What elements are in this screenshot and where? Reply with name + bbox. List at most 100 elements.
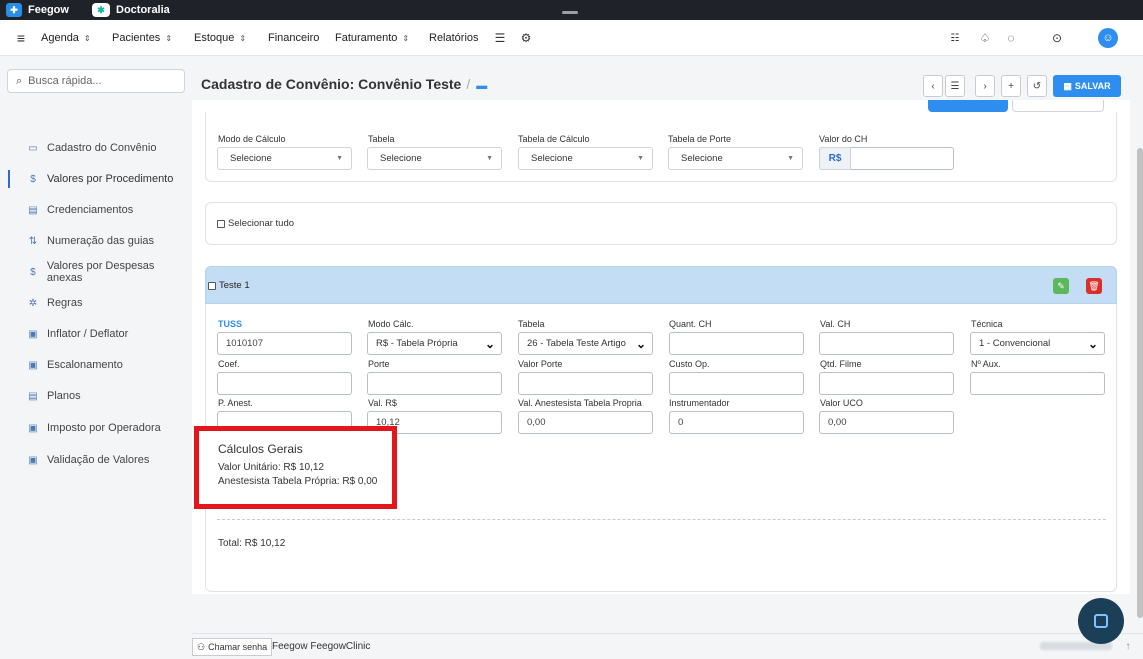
next-button[interactable]: › bbox=[975, 75, 995, 97]
chamar-senha-button[interactable]: ⚇ Chamar senha bbox=[192, 638, 273, 656]
history-icon: ↺ bbox=[1032, 80, 1042, 92]
feegow-tab[interactable]: ✚ Feegow bbox=[6, 0, 69, 20]
modo-calculo-select[interactable]: Selecione ▼ bbox=[217, 147, 352, 170]
porte-input[interactable] bbox=[367, 372, 502, 395]
proc-tabela-select[interactable]: 26 - Tabela Teste Artigo ⌄ bbox=[518, 332, 653, 355]
edit-icon: ✎ bbox=[1057, 280, 1065, 291]
nav-financeiro[interactable]: Financeiro bbox=[268, 20, 319, 56]
page-title-text: Cadastro de Convênio: Convênio Teste bbox=[201, 76, 462, 92]
sidebar-item-inflator[interactable]: ▣ Inflator / Deflator bbox=[0, 323, 192, 345]
tecnica-select[interactable]: 1 - Convencional ⌄ bbox=[970, 332, 1105, 355]
drag-handle-icon[interactable] bbox=[562, 11, 578, 14]
nav-pacientes[interactable]: Pacientes ⇕ bbox=[112, 20, 172, 56]
tabela-select[interactable]: Selecione ▼ bbox=[367, 147, 502, 170]
plus-icon: + bbox=[1008, 80, 1014, 92]
dollar-icon: $ bbox=[30, 173, 36, 185]
sidebar-item-credenciamentos[interactable]: ▤ Credenciamentos bbox=[0, 199, 192, 221]
settings-icon[interactable]: ⚙ bbox=[518, 20, 534, 56]
sidebar-item-numeracao[interactable]: ⇅ Numeração das guias bbox=[0, 230, 192, 252]
tabela-value: Selecione bbox=[380, 153, 422, 164]
sidebar-item-escalonamento[interactable]: ▣ Escalonamento bbox=[0, 354, 192, 376]
sidebar-item-imposto[interactable]: ▣ Imposto por Operadora bbox=[0, 417, 192, 439]
nav-agenda-label: Agenda bbox=[41, 32, 79, 44]
tuss-label: TUSS bbox=[218, 319, 243, 329]
tuss-input[interactable]: 1010107 bbox=[217, 332, 352, 355]
qtd-filme-input[interactable] bbox=[819, 372, 954, 395]
hamburger-icon[interactable]: ≡ bbox=[13, 20, 29, 56]
nav-relatorios-label: Relatórios bbox=[429, 32, 479, 44]
list-button[interactable]: ☰ bbox=[945, 75, 965, 97]
doctoralia-tab[interactable]: ✱ Doctoralia bbox=[92, 0, 170, 20]
delete-button[interactable]: 🗑 bbox=[1086, 278, 1102, 294]
checkbox-icon bbox=[208, 281, 216, 290]
edit-button[interactable]: ✎ bbox=[1053, 278, 1069, 294]
scrollbar[interactable] bbox=[1137, 148, 1143, 618]
sidebar-item-label: Escalonamento bbox=[47, 359, 123, 371]
chevron-down-icon: ▼ bbox=[336, 155, 343, 162]
hidden-secondary-button[interactable] bbox=[1012, 100, 1104, 112]
doctoralia-tab-label: Doctoralia bbox=[116, 4, 170, 16]
coef-input[interactable] bbox=[217, 372, 352, 395]
page-title: Cadastro de Convênio: Convênio Teste / ▬ bbox=[201, 76, 487, 92]
valor-porte-label: Valor Porte bbox=[518, 359, 563, 369]
history-button[interactable]: ↺ bbox=[1027, 75, 1047, 97]
sidebar-item-valores-procedimento[interactable]: $ Valores por Procedimento bbox=[0, 168, 192, 190]
previous-button[interactable]: ‹ bbox=[923, 75, 943, 97]
valor-uco-input[interactable]: 0,00 bbox=[819, 411, 954, 434]
sidebar-item-planos[interactable]: ▤ Planos bbox=[0, 385, 192, 407]
sidebar-item-label: Valores por Procedimento bbox=[47, 173, 174, 185]
add-button[interactable]: + bbox=[1001, 75, 1021, 97]
tabela-porte-select[interactable]: Selecione ▼ bbox=[668, 147, 803, 170]
feegow-tab-label: Feegow bbox=[28, 4, 69, 16]
custo-op-input[interactable] bbox=[669, 372, 804, 395]
sidebar-item-label: Cadastro do Convênio bbox=[47, 142, 157, 154]
sidebar-item-cadastro[interactable]: ▭ Cadastro do Convênio bbox=[0, 137, 192, 159]
queue-icon: ⚇ bbox=[197, 641, 206, 652]
scroll-top-icon[interactable]: ↑ bbox=[1120, 637, 1136, 655]
dollar-icon: $ bbox=[30, 266, 36, 278]
tasks-icon[interactable]: ☷ bbox=[947, 20, 963, 56]
doctoralia-logo-icon: ✱ bbox=[92, 3, 110, 17]
help-icon[interactable]: ⊙ bbox=[1049, 20, 1065, 56]
instrumentador-input[interactable]: 0 bbox=[669, 411, 804, 434]
sidebar-item-label: Validação de Valores bbox=[47, 454, 150, 466]
nav-estoque[interactable]: Estoque ⇕ bbox=[194, 20, 246, 56]
select-all-checkbox[interactable]: Selecionar tudo bbox=[217, 218, 294, 229]
val-ch-input[interactable] bbox=[819, 332, 954, 355]
val-anest-input[interactable]: 0,00 bbox=[518, 411, 653, 434]
hidden-action-button[interactable] bbox=[928, 100, 1008, 112]
tabela-calculo-select[interactable]: Selecione ▼ bbox=[518, 147, 653, 170]
save-button[interactable]: ▦ SALVAR bbox=[1053, 75, 1121, 97]
modo-calculo-value: Selecione bbox=[230, 153, 272, 164]
sidebar-item-regras[interactable]: ✲ Regras bbox=[0, 292, 192, 314]
sidebar-item-label: Valores por Despesas anexas bbox=[46, 260, 155, 284]
sidebar-item-label: Inflator / Deflator bbox=[47, 328, 129, 340]
tabela-label: Tabela bbox=[368, 134, 395, 144]
calculos-title: Cálculos Gerais bbox=[218, 442, 303, 456]
bell-icon[interactable]: ♤ bbox=[977, 20, 993, 56]
total-text: Total: R$ 10,12 bbox=[218, 538, 286, 549]
n-aux-input[interactable] bbox=[970, 372, 1105, 395]
user-avatar[interactable]: ☺ bbox=[1098, 28, 1118, 48]
panel-icon: ▣ bbox=[28, 359, 38, 371]
chevron-down-icon: ▼ bbox=[637, 155, 644, 162]
valor-porte-input[interactable] bbox=[518, 372, 653, 395]
database-icon[interactable]: ☰ bbox=[492, 20, 508, 56]
caret-updown-icon: ⇕ bbox=[165, 33, 173, 43]
qtd-filme-label: Qtd. Filme bbox=[820, 359, 862, 369]
modo-calc-select[interactable]: R$ - Tabela Própria ⌄ bbox=[367, 332, 502, 355]
select-all-label: Selecionar tudo bbox=[228, 218, 295, 229]
chamar-senha-label: Chamar senha bbox=[208, 642, 268, 652]
nav-faturamento[interactable]: Faturamento ⇕ bbox=[335, 20, 409, 56]
nav-agenda[interactable]: Agenda ⇕ bbox=[41, 20, 91, 56]
sidebar-item-validacao[interactable]: ▣ Validação de Valores bbox=[0, 449, 192, 471]
procedure-checkbox[interactable]: Teste 1 bbox=[208, 280, 250, 291]
sidebar-item-despesas[interactable]: $ Valores por Despesas anexas bbox=[0, 260, 192, 284]
quant-ch-input[interactable] bbox=[669, 332, 804, 355]
quick-search-input[interactable]: ⌕ Busca rápida... bbox=[7, 69, 185, 93]
modo-calc-label: Modo Cálc. bbox=[368, 319, 414, 329]
chat-icon[interactable]: ◌ bbox=[1003, 20, 1019, 56]
main-navbar: ≡ Agenda ⇕ Pacientes ⇕ Estoque ⇕ Financeiro… bbox=[0, 20, 1143, 56]
floating-action-button[interactable] bbox=[1078, 598, 1124, 644]
nav-relatorios[interactable]: Relatórios bbox=[429, 20, 479, 56]
